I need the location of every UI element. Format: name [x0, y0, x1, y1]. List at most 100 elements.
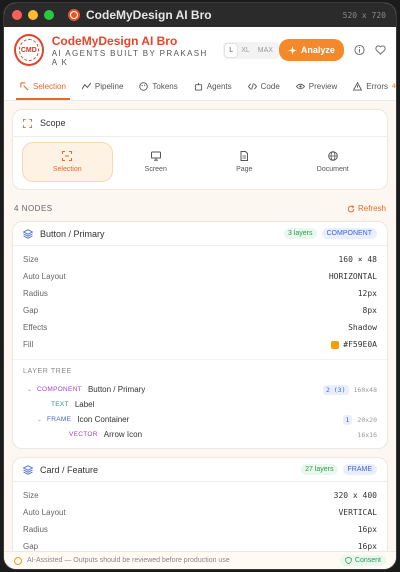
layers-icon	[23, 464, 33, 475]
size-option-l[interactable]: L	[225, 43, 238, 57]
prop-key: Radius	[23, 289, 48, 298]
tab-code-label: Code	[260, 82, 280, 91]
node-properties: Size 160 × 48 Auto Layout HORIZONTAL Radiu…	[13, 246, 387, 356]
scope-header: Scope	[13, 118, 387, 137]
scope-option-page[interactable]: Page	[200, 143, 289, 181]
node-header[interactable]: Button / Primary 3 layers COMPONENT	[13, 222, 387, 246]
analyze-button[interactable]: Analyze	[278, 39, 344, 61]
prop-key: Auto Layout	[23, 272, 66, 281]
heart-icon[interactable]	[375, 44, 386, 56]
prop-key: Size	[23, 491, 39, 500]
robot-icon	[194, 82, 202, 91]
minimize-window-button[interactable]	[28, 10, 38, 20]
tree-node-count: 1	[342, 414, 353, 425]
chevron-down-icon[interactable]: ⌄	[27, 386, 35, 393]
app-logo-icon	[68, 9, 80, 21]
tab-selection[interactable]: Selection	[12, 73, 74, 100]
main-content: Scope Selection Screen Page Document 4 N…	[4, 109, 396, 559]
brand-name: CodeMyDesign AI Bro	[51, 33, 178, 48]
window-title: CodeMyDesign AI Bro	[86, 8, 212, 22]
prop-key: Gap	[23, 306, 39, 315]
scope-option-screen[interactable]: Screen	[112, 143, 201, 181]
prop-value-fill: #F59E0A	[331, 340, 377, 349]
consent-button[interactable]: Consent	[339, 555, 386, 566]
tab-pipeline[interactable]: Pipeline	[74, 73, 131, 100]
close-window-button[interactable]	[12, 10, 22, 20]
page-icon	[240, 151, 249, 161]
layer-tree: LAYER TREE ⌄ COMPONENT Button / Primary …	[13, 359, 387, 448]
sparkle-icon	[287, 45, 297, 55]
tab-selection-label: Selection	[33, 82, 66, 91]
layers-icon	[23, 228, 33, 239]
tab-code[interactable]: Code	[240, 73, 288, 100]
tab-bar: Selection Pipeline Tokens Agents Code Pr…	[4, 73, 396, 101]
tree-row[interactable]: ⌄ FRAME Icon Container 1 20x20	[23, 412, 377, 427]
brand: CodeMyDesign AI Bro AI AGENTS BUILT BY P…	[52, 34, 214, 67]
prop-value: 160 × 48	[338, 255, 377, 264]
shield-check-icon	[345, 557, 352, 564]
tree-node-name: Arrow Icon	[103, 430, 143, 439]
scope-option-selection[interactable]: Selection	[23, 143, 112, 181]
scope-option-selection-label: Selection	[52, 166, 82, 173]
tree-node-type: TEXT	[51, 401, 69, 408]
scope-icon	[23, 118, 32, 128]
alert-icon	[14, 556, 22, 565]
tree-node-size: 160x48	[353, 385, 377, 394]
size-option-xl[interactable]: XL	[237, 44, 254, 57]
node-title: Button / Primary	[40, 228, 105, 239]
tree-node-size: 20x20	[357, 415, 377, 424]
tab-tokens[interactable]: Tokens	[131, 73, 185, 100]
pipeline-icon	[81, 82, 91, 90]
scope-options: Selection Screen Page Document	[23, 143, 377, 181]
tree-node-size: 16x16	[357, 430, 377, 439]
node-properties: Size 320 x 400 Auto Layout VERTICAL Radius…	[13, 482, 387, 558]
tree-row[interactable]: ⌄ COMPONENT Button / Primary 2 (3) 160x4…	[23, 382, 377, 397]
prop-value: 320 x 400	[333, 491, 377, 500]
tab-pipeline-label: Pipeline	[94, 82, 124, 91]
brand-logo-text: CMD	[20, 46, 37, 54]
ai-notice: AI-Assisted — Outputs should be reviewed…	[27, 557, 230, 564]
nodes-header: 4 NODES Refresh	[14, 204, 386, 213]
analyze-label: Analyze	[300, 45, 335, 55]
tree-node-type: COMPONENT	[37, 386, 82, 393]
node-header[interactable]: Card / Feature 27 layers FRAME	[13, 458, 387, 482]
consent-label: Consent	[354, 557, 381, 564]
brand-subtitle: AI AGENTS BUILT BY PRAKASH A K	[51, 48, 208, 67]
tree-node-type: VECTOR	[69, 431, 98, 438]
node-card-button-primary[interactable]: Button / Primary 3 layers COMPONENT Size…	[12, 221, 388, 449]
tree-node-name: Icon Container	[77, 415, 130, 424]
prop-value: 12px	[357, 289, 377, 298]
prop-row: Size 160 × 48	[23, 251, 377, 268]
tree-node-count: 2 (3)	[322, 384, 349, 395]
refresh-icon	[347, 204, 355, 212]
size-option-max[interactable]: MAX	[254, 44, 277, 57]
fill-color-swatch[interactable]	[331, 340, 340, 349]
prop-row: Gap 8px	[23, 302, 377, 319]
info-icon[interactable]	[354, 44, 365, 56]
tab-preview[interactable]: Preview	[288, 73, 345, 100]
chevron-down-icon[interactable]: ⌄	[37, 416, 45, 423]
tree-row[interactable]: TEXT Label	[23, 397, 377, 412]
node-title: Card / Feature	[40, 464, 99, 475]
scope-option-document[interactable]: Document	[289, 143, 378, 181]
prop-row: Radius 12px	[23, 285, 377, 302]
refresh-button[interactable]: Refresh	[347, 204, 386, 213]
scope-option-page-label: Page	[236, 166, 253, 173]
app-header: CMD CodeMyDesign AI Bro AI AGENTS BUILT …	[4, 27, 396, 73]
scope-card: Scope Selection Screen Page Document	[12, 109, 388, 190]
tree-row[interactable]: VECTOR Arrow Icon 16x16	[23, 427, 377, 442]
tree-node-meta: 16x16	[357, 431, 377, 439]
selection-icon	[20, 82, 29, 91]
tab-agents[interactable]: Agents	[186, 73, 240, 100]
layers-count-badge: 3 layers	[283, 228, 317, 239]
prop-row-fill: Fill #F59E0A	[23, 336, 377, 353]
tab-errors[interactable]: Errors 40	[345, 73, 396, 100]
prop-row: Effects Shadow	[23, 319, 377, 336]
tab-agents-label: Agents	[206, 82, 232, 91]
node-card-card-feature[interactable]: Card / Feature 27 layers FRAME Size 320 x…	[12, 457, 388, 559]
selection-frame-icon	[62, 151, 73, 161]
layer-tree-title: LAYER TREE	[23, 368, 72, 375]
eye-icon	[295, 83, 305, 90]
prop-value: 16px	[357, 525, 377, 534]
maximize-window-button[interactable]	[44, 10, 54, 20]
